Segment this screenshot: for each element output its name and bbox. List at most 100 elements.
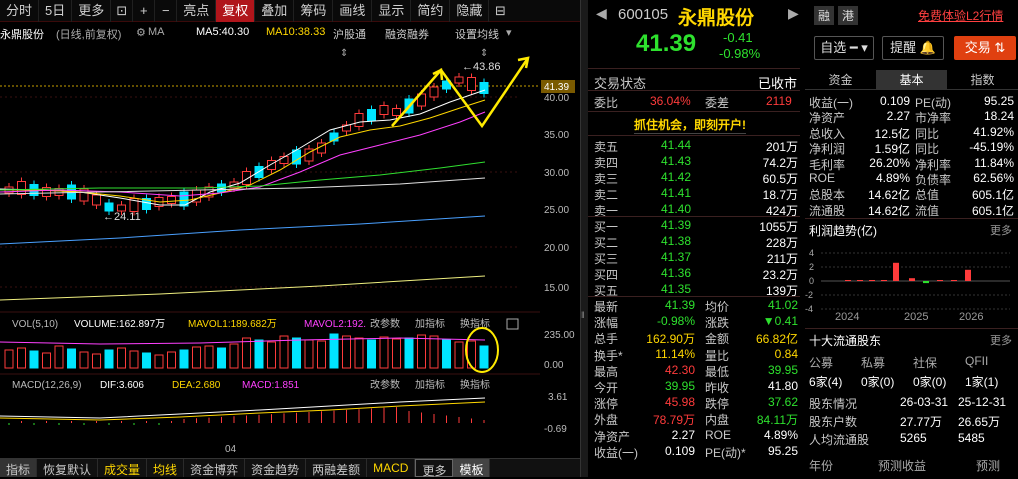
stat-row: 最高 42.30 最低 39.95: [594, 362, 798, 379]
svg-text:VOLUME:162.897万: VOLUME:162.897万: [74, 319, 165, 330]
trade-button[interactable]: 交易 ⇅: [954, 36, 1016, 60]
volume-bar: [454, 341, 464, 369]
volume-bar: [42, 352, 51, 369]
profit-trend-title: 利润趋势(亿): [809, 224, 877, 238]
chevron-right-icon[interactable]: ▶: [788, 5, 799, 22]
level-label: 买一: [594, 220, 619, 234]
profit-more-link[interactable]: 更多: [990, 222, 1012, 238]
volume-bar: [29, 350, 39, 369]
tab-fund-trend[interactable]: 资金趋势: [245, 459, 307, 477]
hk-connect-badge[interactable]: 港: [838, 6, 859, 25]
close-icon[interactable]: [506, 318, 519, 330]
event-marker: ⇕: [340, 48, 348, 59]
tab-restore-rights[interactable]: 复权: [216, 0, 256, 22]
volume-bar: [392, 338, 401, 369]
volume-bar: [54, 345, 64, 369]
svg-text:30.00: 30.00: [544, 168, 569, 179]
level-volume: 18.7万: [762, 188, 798, 202]
orderbook-row[interactable]: 买四 41.36 23.2万: [588, 266, 800, 283]
tab-fund-game[interactable]: 资金博弈: [184, 459, 246, 477]
ma250-line: [0, 275, 486, 301]
candle: [367, 109, 376, 121]
level-price: 41.43: [661, 154, 692, 168]
tab-intraday[interactable]: 分时: [0, 0, 40, 22]
tab-indicator[interactable]: 指标: [0, 459, 38, 477]
alert-button[interactable]: 提醒 🔔: [882, 36, 944, 60]
dif-line: [0, 397, 486, 419]
collapse-icon[interactable]: ⊟: [489, 0, 511, 22]
panel-splitter[interactable]: ‖: [580, 0, 588, 477]
kline-chart[interactable]: ←43.86 ←24.11 ⇕ ⇕ 41.39 40.00 35.00 30.0…: [0, 40, 580, 458]
tab-hide[interactable]: 隐藏: [450, 0, 490, 22]
level-price: 41.35: [661, 282, 692, 296]
tab-ma[interactable]: 均线: [147, 459, 185, 477]
tab-volume[interactable]: 成交量: [98, 459, 148, 477]
stat-row: 最新 41.39 均价 41.02: [594, 298, 798, 314]
volume-bar: [479, 345, 489, 369]
tab-more[interactable]: 更多: [72, 0, 112, 22]
tab-highlights[interactable]: 亮点: [177, 0, 217, 22]
holders-row: 股东情况 26-03-31 25-12-31: [809, 395, 1007, 411]
chevron-down-icon[interactable]: ▾: [506, 26, 512, 39]
stat-row: 今开 39.95 昨收 41.80: [594, 379, 798, 395]
svg-text:换指标: 换指标: [460, 378, 490, 391]
holders-more-link[interactable]: 更多: [990, 332, 1012, 348]
chevron-left-icon[interactable]: ◀: [596, 5, 607, 22]
tab-display[interactable]: 显示: [372, 0, 412, 22]
orderbook-row[interactable]: 卖四 41.43 74.2万: [588, 154, 800, 171]
candle: [104, 202, 114, 212]
l2-trial-link[interactable]: 免费体验L2行情: [918, 7, 1003, 24]
tab-margin-diff[interactable]: 两融差额: [306, 459, 368, 477]
margin-badge[interactable]: 融: [814, 6, 835, 25]
zoom-in-button[interactable]: +: [133, 0, 156, 22]
zoom-out-button[interactable]: −: [155, 0, 178, 22]
profit-bar: [881, 280, 887, 281]
level-volume: 228万: [765, 236, 798, 250]
level-price: 41.39: [661, 218, 692, 232]
level-price: 41.37: [661, 250, 692, 264]
orderbook-row[interactable]: 卖二 41.41 18.7万: [588, 186, 800, 203]
tab-5day[interactable]: 5日: [39, 0, 73, 22]
orderbook-row[interactable]: 买一 41.39 1055万: [588, 218, 800, 235]
level-label: 卖二: [594, 188, 619, 202]
volume-bar: [379, 336, 389, 369]
tab-macd[interactable]: MACD: [367, 459, 416, 477]
volume-bar: [204, 345, 214, 369]
tab-more-indicators[interactable]: 更多: [415, 459, 454, 478]
profit-bar: [857, 280, 863, 281]
tab-simple[interactable]: 简约: [411, 0, 451, 22]
gear-icon[interactable]: ⚙: [136, 26, 146, 39]
promo-link[interactable]: 抓住机会，即刻开户!: [634, 116, 746, 134]
volume-bar: [117, 347, 126, 369]
level-price: 41.42: [661, 170, 692, 184]
tab-template[interactable]: 模板: [453, 459, 491, 477]
volume-bar: [92, 353, 101, 369]
lock-icon[interactable]: ⊡: [111, 0, 134, 22]
svg-text:40.00: 40.00: [544, 93, 569, 104]
volume-bar: [429, 335, 439, 369]
orderbook-row[interactable]: 卖三 41.42 60.5万: [588, 170, 800, 187]
volume-bar: [442, 339, 451, 369]
holders-vals: 6家(4) 0家(0) 0家(0) 1家(1): [809, 375, 999, 389]
orderbook-row[interactable]: 买三 41.37 211万: [588, 250, 800, 267]
svg-text:-2: -2: [805, 290, 813, 300]
tab-basic[interactable]: 基本: [876, 70, 947, 89]
tab-overlay[interactable]: 叠加: [255, 0, 295, 22]
candle: [479, 82, 489, 94]
tab-index[interactable]: 指数: [947, 70, 1018, 89]
high-annotation: ←43.86: [462, 61, 501, 73]
tab-restore-default[interactable]: 恢复默认: [37, 459, 99, 477]
volume-bar: [254, 339, 264, 369]
volume-bars: [4, 333, 489, 369]
level-volume: 23.2万: [762, 268, 798, 282]
stat-row: 换手* 11.14% 量比 0.84: [594, 346, 798, 363]
volume-bar: [129, 350, 139, 369]
candle: [267, 160, 276, 170]
svg-text:0: 0: [809, 276, 814, 286]
orderbook-row[interactable]: 买二 41.38 228万: [588, 234, 800, 251]
tab-draw[interactable]: 画线: [333, 0, 373, 22]
tab-fund[interactable]: 资金: [805, 70, 876, 89]
orderbook-row[interactable]: 卖五 41.44 201万: [588, 138, 800, 155]
tab-chips[interactable]: 筹码: [294, 0, 334, 22]
watchlist-button[interactable]: 自选 ━ ▾: [814, 36, 874, 60]
